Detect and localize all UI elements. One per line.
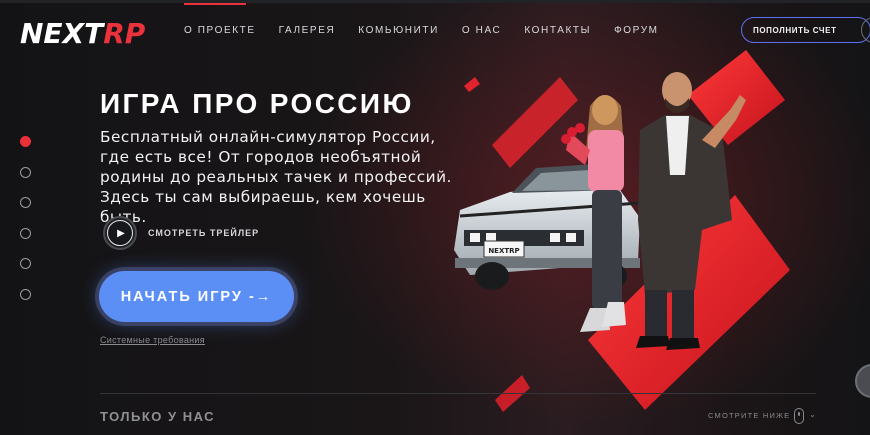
nav-item-gallery[interactable]: ГАЛЕРЕЯ xyxy=(279,25,336,36)
hero-artwork: NEXTRP xyxy=(454,50,790,412)
section-divider xyxy=(100,393,816,394)
nav-item-about-us[interactable]: О НАС xyxy=(462,25,501,36)
slide-pagination xyxy=(20,136,31,319)
logo-text-rp: RP xyxy=(103,16,146,50)
slide-dot-6[interactable] xyxy=(20,288,31,300)
trailer-label[interactable]: СМОТРЕТЬ ТРЕЙЛЕР xyxy=(148,228,259,238)
top-border xyxy=(0,0,870,3)
start-game-button[interactable]: НАЧАТЬ ИГРУ -→ xyxy=(99,271,294,322)
nav-item-contacts[interactable]: КОНТАКТЫ xyxy=(524,25,591,36)
chevron-down-icon[interactable]: ⌄ xyxy=(809,410,816,419)
slide-dot-4[interactable] xyxy=(20,227,31,239)
slide-dot-5[interactable] xyxy=(20,258,31,269)
hero-title: ИГРА ПРО РОССИЮ xyxy=(100,88,414,119)
nav-item-about[interactable]: О ПРОЕКТЕ xyxy=(184,25,256,36)
mouse-icon xyxy=(794,408,804,424)
main-nav: О ПРОЕКТЕ ГАЛЕРЕЯ КОМЬЮНИТИ О НАС КОНТАК… xyxy=(184,25,682,36)
watch-trailer[interactable]: ▶ СМОТРЕТЬ ТРЕЙЛЕР xyxy=(103,216,259,250)
play-icon[interactable]: ▶ xyxy=(103,216,137,250)
license-plate: NEXTRP xyxy=(488,247,519,255)
slide-dot-1[interactable] xyxy=(20,136,31,147)
red-shape-left xyxy=(492,77,578,168)
hero-description: Бесплатный онлайн-симулятор России, где … xyxy=(100,128,452,226)
active-nav-indicator xyxy=(184,3,246,5)
nav-item-community[interactable]: КОМЬЮНИТИ xyxy=(358,25,439,36)
slide-dot-2[interactable] xyxy=(20,166,31,178)
red-shape-small xyxy=(464,77,480,92)
logo[interactable]: NEXT RP xyxy=(20,16,145,50)
arrow-right-icon: -→ xyxy=(248,288,273,305)
logo-text-next: NEXT xyxy=(20,16,104,50)
system-requirements-link[interactable]: Системные требования xyxy=(100,335,205,345)
scroll-hint: СМОТРИТЕ НИЖЕ xyxy=(708,411,791,420)
slide-dot-3[interactable] xyxy=(20,197,31,208)
section-title: ТОЛЬКО У НАС xyxy=(100,409,216,424)
nav-item-forum[interactable]: ФОРУМ xyxy=(614,25,659,36)
start-game-label: НАЧАТЬ ИГРУ xyxy=(120,288,243,305)
topup-button[interactable]: ПОПОЛНИТЬ СЧЕТ xyxy=(741,17,870,43)
